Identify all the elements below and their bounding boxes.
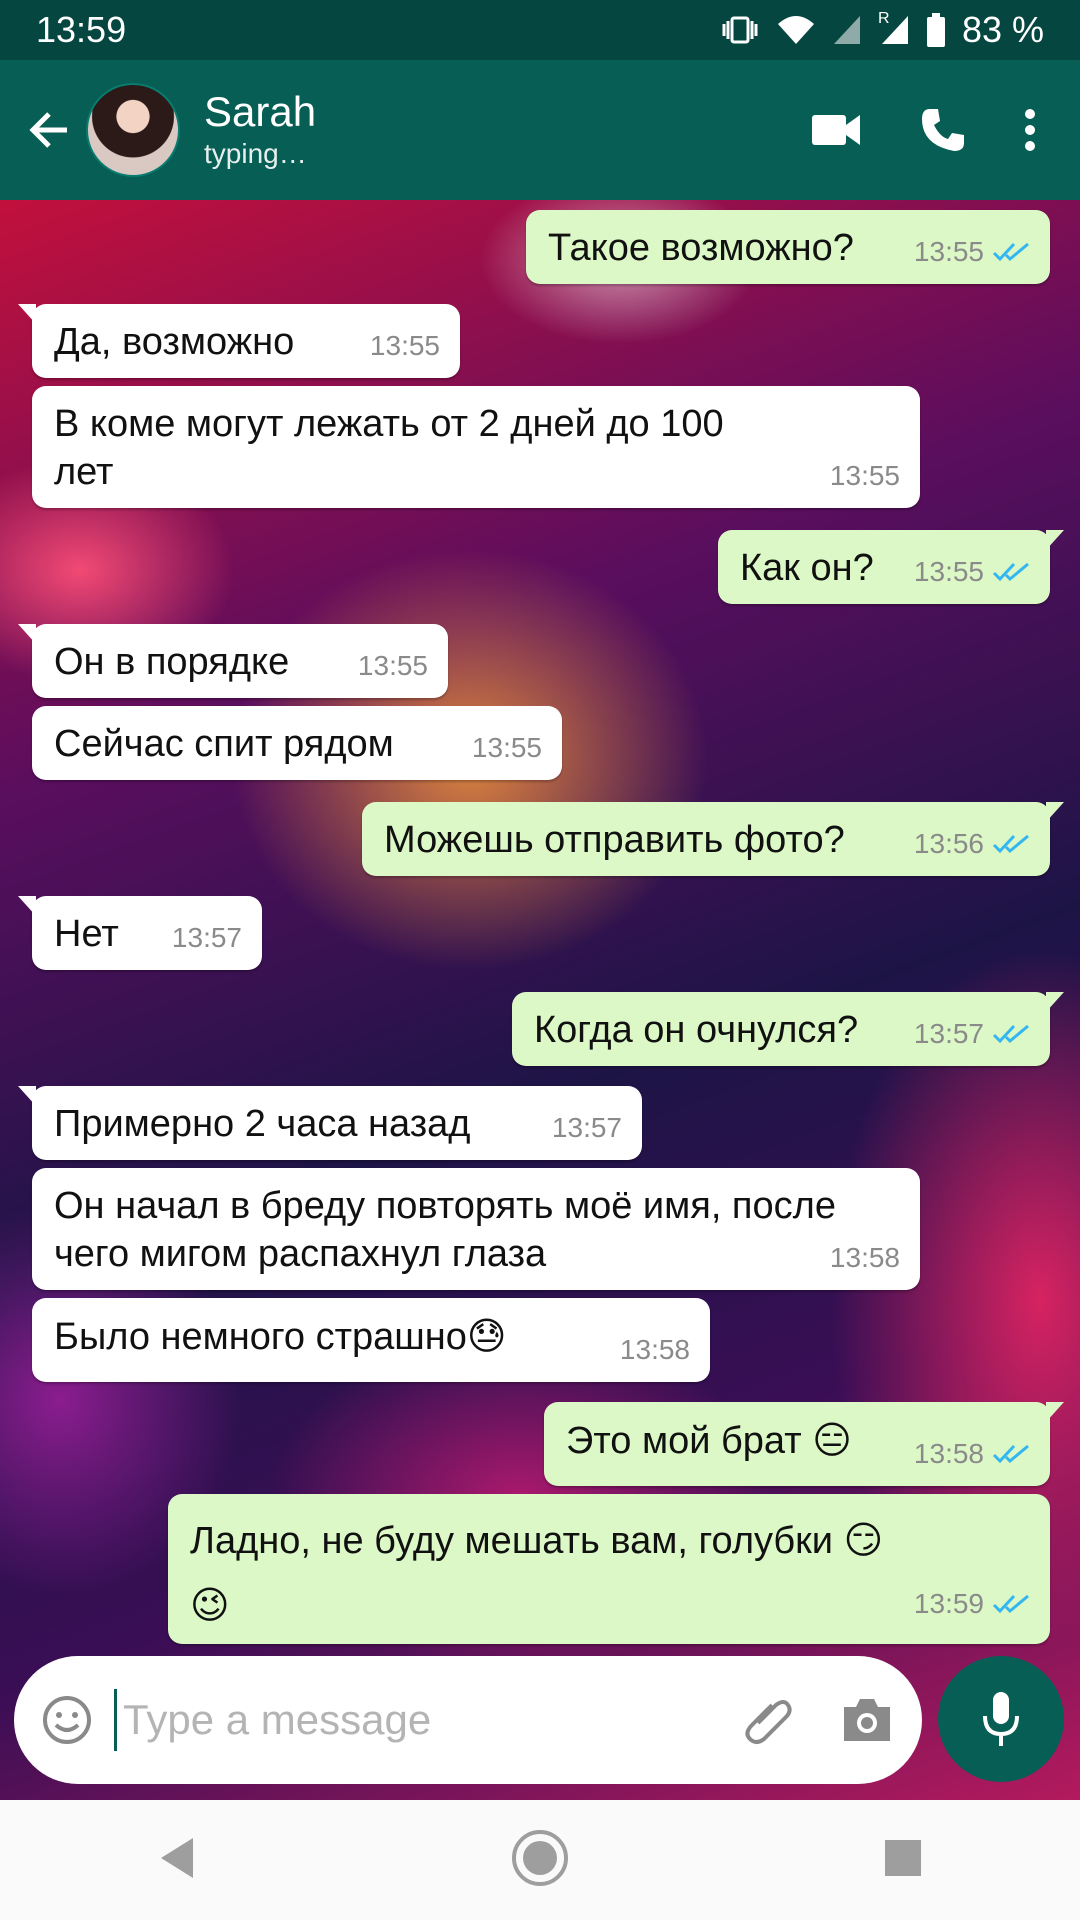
- message-time: 13:55: [913, 556, 984, 587]
- status-icons: R 83 %: [720, 9, 1044, 51]
- status-bar: 13:59 R 83 %: [0, 0, 1080, 60]
- status-time: 13:59: [36, 9, 127, 50]
- message-text: Это мой брат: [566, 1420, 802, 1462]
- message-text: Такое возможно?: [548, 227, 854, 269]
- attach-button[interactable]: [742, 1693, 796, 1747]
- contact-info[interactable]: Sarah typing…: [204, 88, 812, 172]
- video-call-icon: [812, 115, 860, 145]
- message-text: Как он?: [740, 547, 874, 589]
- nav-home-icon: [511, 1829, 568, 1886]
- chat-header: Sarah typing…: [0, 60, 1080, 200]
- more-vert-icon: [1025, 109, 1035, 151]
- double-check-icon: [992, 1444, 1029, 1464]
- nav-back-button[interactable]: [157, 1836, 197, 1885]
- chat-area[interactable]: Такое возможно? 13:55 Да, возможно 13:55…: [0, 200, 1080, 1800]
- avatar[interactable]: [86, 83, 180, 177]
- battery-level: 83 %: [961, 9, 1044, 50]
- message-text: Ладно, не буду мешать вам, голубки: [190, 1520, 834, 1562]
- message-text: Он в порядке: [54, 641, 290, 683]
- contact-status: typing…: [204, 138, 307, 169]
- double-check-icon: [992, 834, 1029, 854]
- message-outgoing[interactable]: Это мой брат 😑 13:58: [544, 1402, 1064, 1486]
- double-check-icon: [992, 1594, 1029, 1614]
- message-time: 13:55: [369, 330, 440, 361]
- message-incoming[interactable]: Он начал в бреду повторять моё имя, посл…: [32, 1168, 920, 1290]
- double-check-icon: [992, 242, 1029, 262]
- double-check-icon: [992, 1024, 1029, 1044]
- vibrate-icon: [720, 15, 760, 45]
- phone-icon: [922, 109, 964, 151]
- emoji-wink: 😉: [190, 1583, 230, 1627]
- message-outgoing[interactable]: Можешь отправить фото? 13:56: [362, 802, 1064, 876]
- message-time: 13:57: [171, 922, 242, 953]
- video-call-button[interactable]: [812, 113, 862, 147]
- voice-message-button[interactable]: [938, 1656, 1064, 1782]
- message-time: 13:57: [551, 1112, 622, 1143]
- message-incoming[interactable]: Да, возможно 13:55: [18, 304, 460, 378]
- nav-recents-button[interactable]: [883, 1838, 923, 1883]
- message-text: Было немного страшно: [54, 1316, 467, 1358]
- back-button[interactable]: [14, 95, 84, 165]
- message-incoming[interactable]: Он в порядке 13:55: [18, 624, 448, 698]
- message-incoming[interactable]: Примерно 2 часа назад 13:57: [18, 1086, 642, 1160]
- message-time: 13:56: [913, 828, 984, 859]
- message-text: Можешь отправить фото?: [384, 819, 845, 861]
- message-time: 13:55: [471, 732, 542, 763]
- message-text: В коме могут лежать от 2 дней до 100 лет: [54, 403, 724, 493]
- battery-icon: [926, 13, 946, 47]
- emoji-smirk: 😏: [843, 1518, 884, 1562]
- more-options-button[interactable]: [1024, 108, 1036, 152]
- message-composer: [14, 1656, 922, 1784]
- message-text: Да, возможно: [54, 321, 295, 363]
- nav-recents-icon: [885, 1839, 922, 1876]
- message-time: 13:58: [913, 1438, 984, 1469]
- camera-button[interactable]: [840, 1697, 894, 1743]
- emoji-expressionless: 😑: [812, 1418, 852, 1462]
- nav-back-icon: [160, 1837, 193, 1878]
- message-outgoing[interactable]: Ладно, не буду мешать вам, голубки 😏 😉 1…: [168, 1494, 1050, 1644]
- emoji-sweat: 😓: [466, 1314, 507, 1358]
- voice-call-button[interactable]: [920, 107, 966, 153]
- message-time: 13:58: [829, 1242, 900, 1273]
- signal-roaming-icon: R: [878, 10, 910, 46]
- message-time: 13:55: [913, 236, 984, 267]
- message-input[interactable]: [114, 1689, 742, 1751]
- message-incoming[interactable]: Сейчас спит рядом 13:55: [32, 706, 562, 780]
- message-incoming[interactable]: В коме могут лежать от 2 дней до 100 лет…: [32, 386, 920, 508]
- message-text: Примерно 2 часа назад: [54, 1103, 471, 1145]
- contact-name: Sarah: [204, 88, 317, 135]
- message-time: 13:59: [913, 1588, 984, 1619]
- message-time: 13:55: [829, 460, 900, 491]
- message-outgoing[interactable]: Такое возможно? 13:55: [526, 210, 1050, 284]
- nav-home-button[interactable]: [510, 1828, 570, 1893]
- emoji-icon: [43, 1696, 91, 1744]
- emoji-button[interactable]: [42, 1695, 92, 1745]
- message-time: 13:57: [913, 1018, 984, 1049]
- mic-icon: [983, 1692, 1019, 1746]
- system-nav-bar: [0, 1800, 1080, 1920]
- back-arrow-icon: [29, 112, 67, 148]
- message-incoming[interactable]: Было немного страшно😓 13:58: [32, 1298, 710, 1382]
- double-check-icon: [992, 562, 1029, 582]
- message-text: Он начал в бреду повторять моё имя, посл…: [54, 1185, 836, 1275]
- message-outgoing[interactable]: Когда он очнулся? 13:57: [512, 992, 1064, 1066]
- roaming-label: R: [877, 10, 890, 27]
- message-incoming[interactable]: Нет 13:57: [18, 896, 262, 970]
- message-text: Сейчас спит рядом: [54, 723, 394, 765]
- message-text: Когда он очнулся?: [534, 1009, 859, 1051]
- message-text: Нет: [54, 913, 119, 955]
- camera-icon: [844, 1699, 890, 1741]
- wifi-icon: [776, 14, 816, 46]
- message-outgoing[interactable]: Как он? 13:55: [718, 530, 1064, 604]
- message-time: 13:58: [619, 1334, 690, 1365]
- attach-icon: [745, 1700, 792, 1744]
- signal-icon: [832, 14, 862, 46]
- message-time: 13:55: [357, 650, 428, 681]
